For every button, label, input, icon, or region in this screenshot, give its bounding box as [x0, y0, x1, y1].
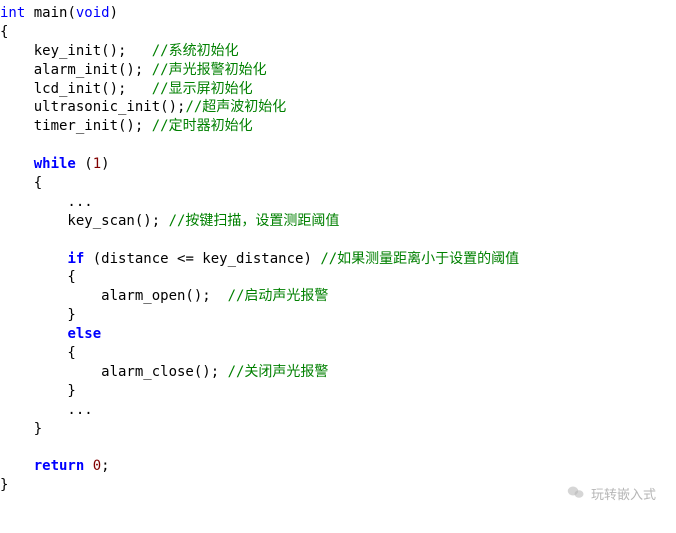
brace-open: { [0, 269, 76, 285]
comment: //关闭声光报警 [228, 364, 329, 380]
keyword-return: return [34, 458, 85, 474]
keyword-else: else [67, 326, 101, 342]
code-text: alarm_open(); [0, 288, 228, 304]
code-text: key_init(); [0, 43, 152, 59]
code-text: main( [25, 5, 76, 21]
brace-open: { [0, 175, 42, 191]
code-text: timer_init(); [0, 118, 152, 134]
comment: //显示屏初始化 [152, 81, 253, 97]
brace-open: { [0, 345, 76, 361]
code-text: ) [110, 5, 118, 21]
code-text: key_scan(); [0, 213, 169, 229]
code-text: alarm_init(); [0, 62, 152, 78]
keyword-if: if [67, 251, 84, 267]
code-text: ) [101, 156, 109, 172]
comment: //启动声光报警 [228, 288, 329, 304]
ellipsis: ... [0, 402, 93, 418]
code-text: lcd_init(); [0, 81, 152, 97]
code-block: int main(void) { key_init(); //系统初始化 ala… [0, 0, 676, 495]
code-text [84, 458, 92, 474]
brace-open: { [0, 24, 8, 40]
indent [0, 156, 34, 172]
ellipsis: ... [0, 194, 93, 210]
number-one: 1 [93, 156, 101, 172]
comment: //按键扫描，设置测距阈值 [169, 213, 340, 229]
comment: //声光报警初始化 [152, 62, 267, 78]
code-text: ; [101, 458, 109, 474]
indent [0, 458, 34, 474]
comment: //定时器初始化 [152, 118, 253, 134]
indent [0, 251, 67, 267]
code-text: ( [76, 156, 93, 172]
code-text: alarm_close(); [0, 364, 228, 380]
type-int: int [0, 5, 25, 21]
brace-close: } [0, 383, 76, 399]
code-text: ultrasonic_init(); [0, 99, 185, 115]
number-zero: 0 [93, 458, 101, 474]
comment: //如果测量距离小于设置的阈值 [320, 251, 519, 267]
code-text: (distance <= key_distance) [84, 251, 320, 267]
keyword-while: while [34, 156, 76, 172]
brace-close: } [0, 477, 8, 493]
comment: //超声波初始化 [185, 99, 286, 115]
brace-close: } [0, 307, 76, 323]
comment: //系统初始化 [152, 43, 239, 59]
brace-close: } [0, 421, 42, 437]
indent [0, 326, 67, 342]
type-void: void [76, 5, 110, 21]
